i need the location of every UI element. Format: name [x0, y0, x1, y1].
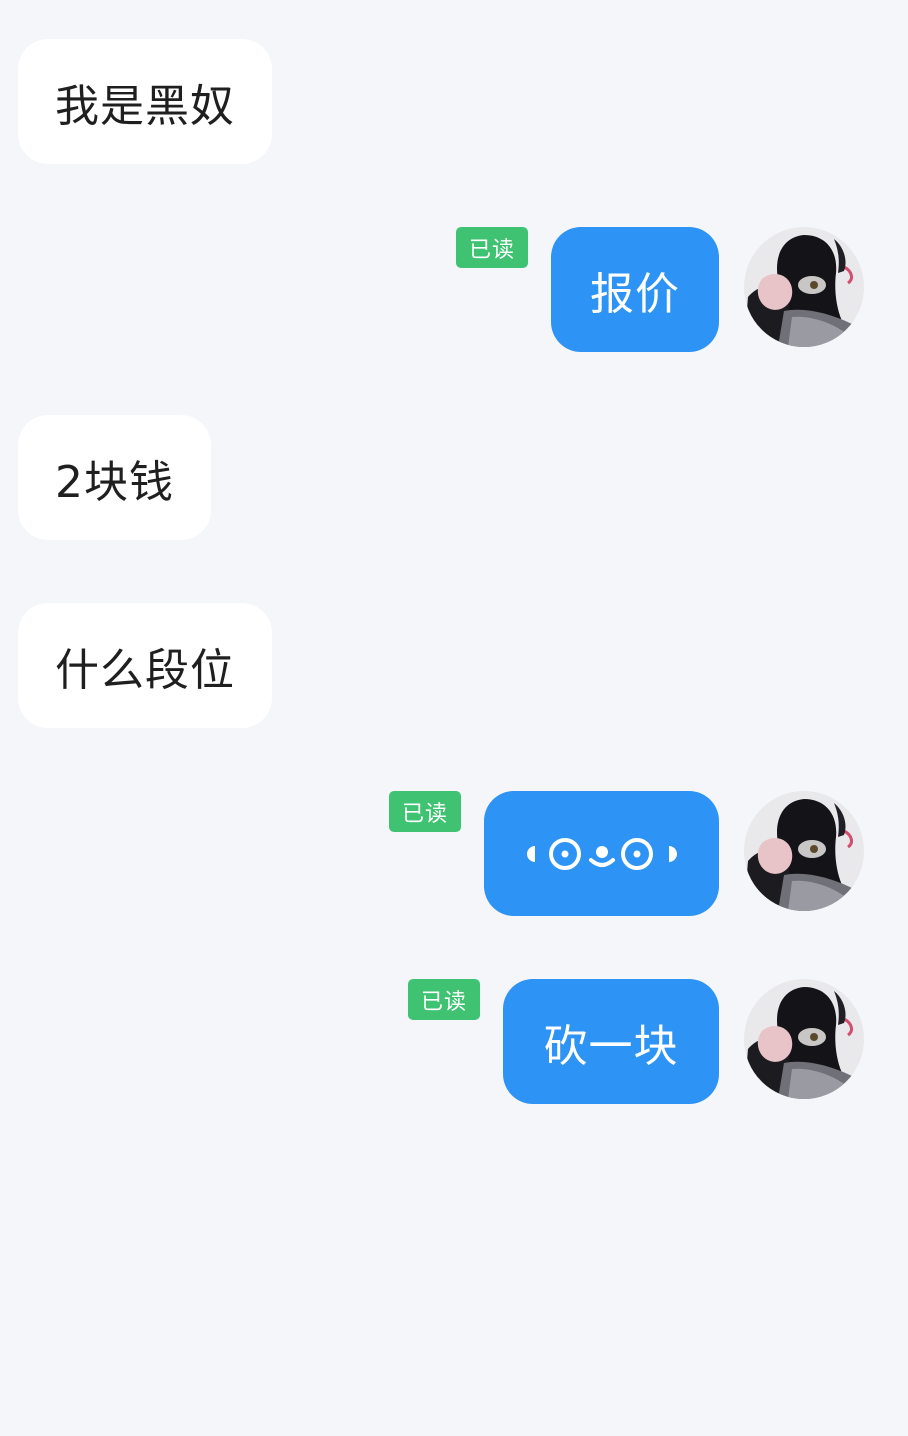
outgoing-message-bubble[interactable]: 砍一块 — [503, 979, 719, 1104]
user-avatar[interactable] — [744, 979, 864, 1099]
read-status-badge: 已读 — [389, 791, 461, 832]
avatar-image — [744, 979, 864, 1099]
incoming-message-bubble[interactable]: 2块钱 — [18, 415, 211, 540]
avatar-image — [744, 227, 864, 347]
incoming-message-bubble[interactable]: 我是黑奴 — [18, 39, 272, 164]
message-text: 报价 — [590, 268, 680, 320]
message-text: 什么段位 — [55, 644, 235, 696]
message-text: 砍一块 — [543, 1020, 679, 1072]
incoming-message-bubble[interactable]: 什么段位 — [18, 603, 272, 728]
message-text: 我是黑奴 — [55, 80, 235, 132]
user-avatar[interactable] — [744, 227, 864, 347]
read-status-badge: 已读 — [408, 979, 480, 1020]
message-text: 2块钱 — [55, 456, 174, 508]
face-emoji-icon — [526, 837, 677, 870]
avatar-image — [744, 791, 864, 911]
read-status-badge: 已读 — [456, 227, 528, 268]
outgoing-message-bubble[interactable] — [484, 791, 719, 916]
user-avatar[interactable] — [744, 791, 864, 911]
outgoing-message-bubble[interactable]: 报价 — [551, 227, 719, 352]
